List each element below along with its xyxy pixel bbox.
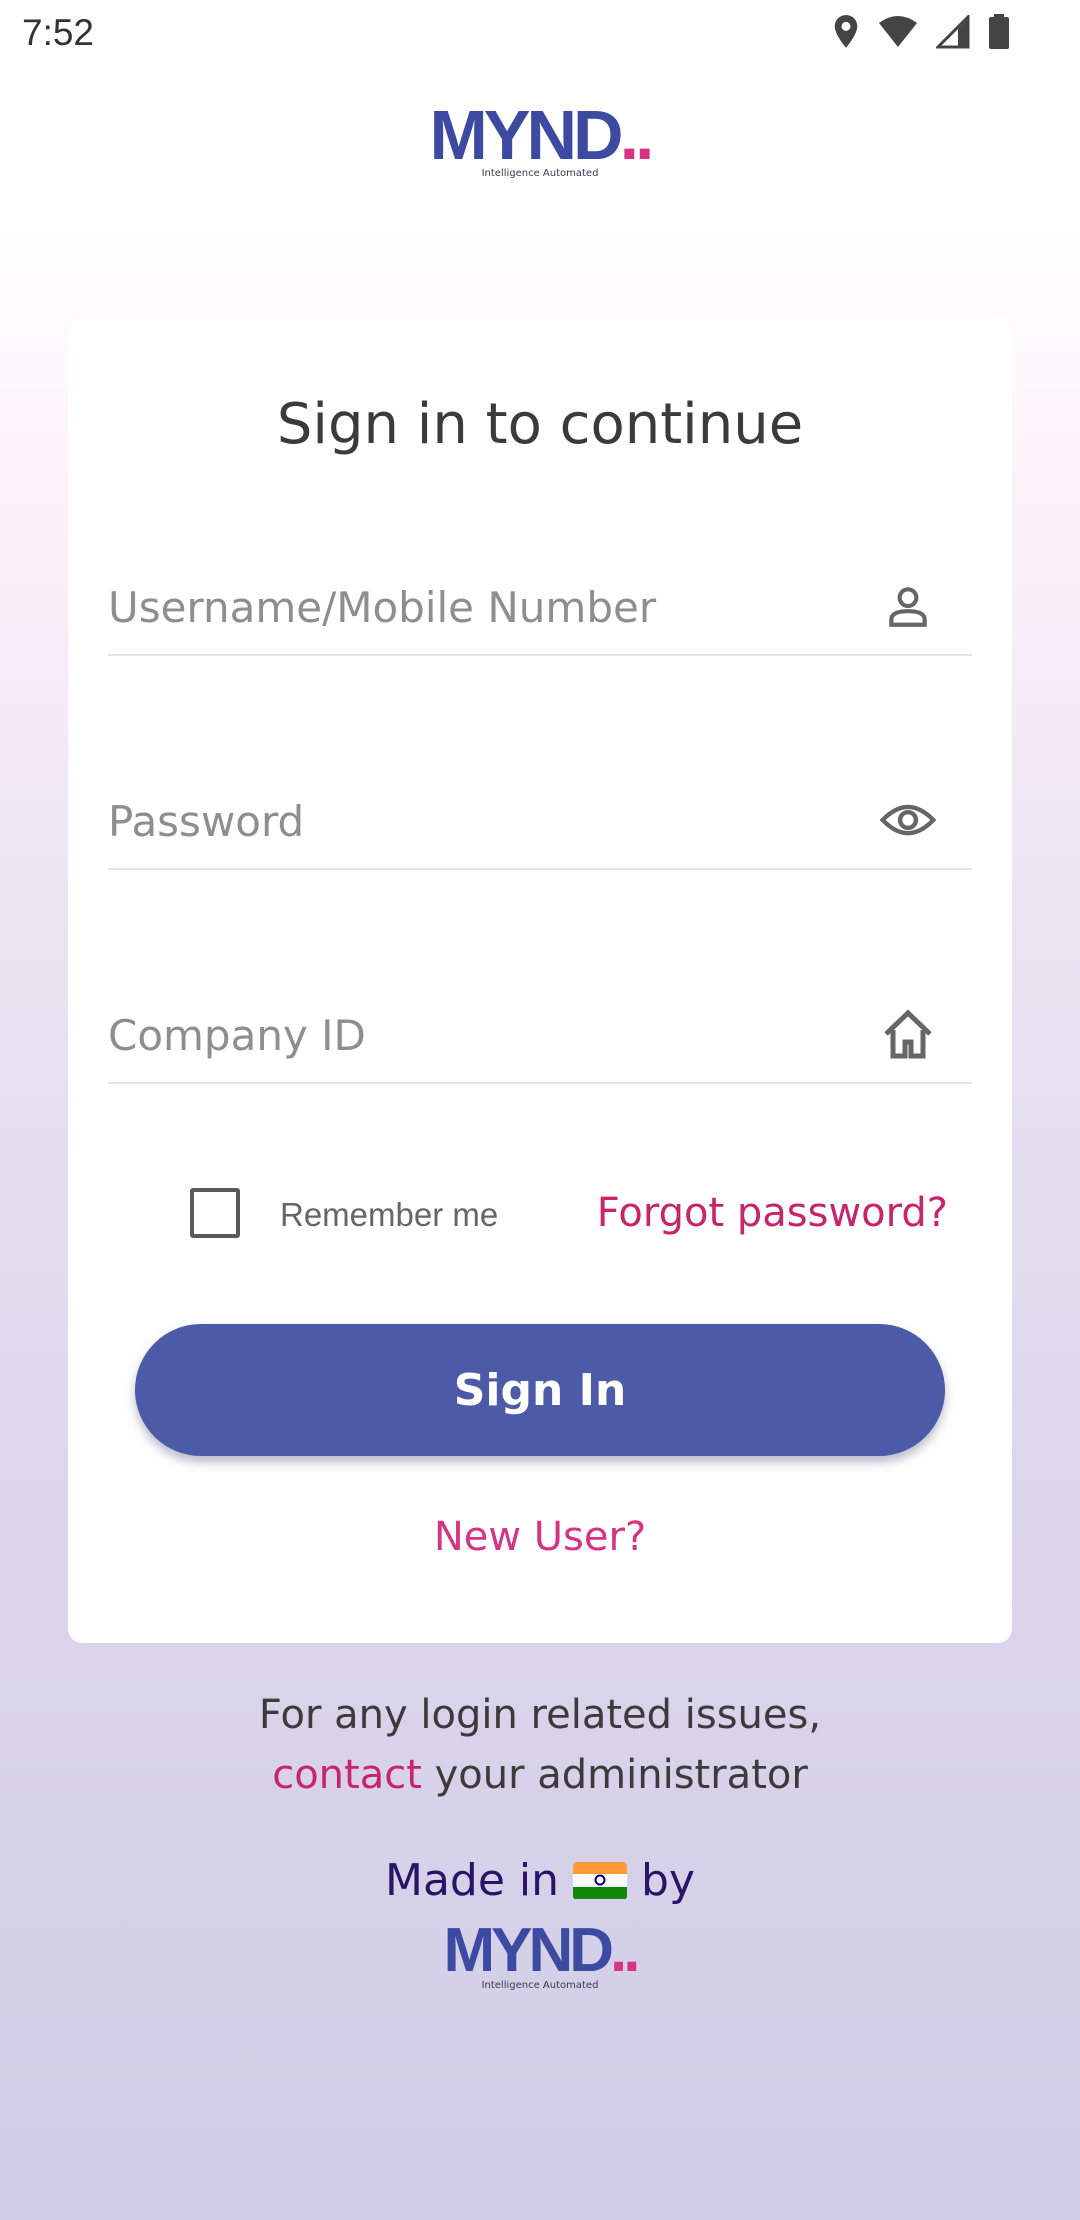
status-icons [832,14,1010,50]
signal-icon [936,15,970,49]
login-issues-note: For any login related issues, contact yo… [0,1685,1080,1805]
footer-logo-brand-text: MYND [443,1916,614,1985]
new-user-link[interactable]: New User? [68,1514,1012,1560]
remember-me-label: Remember me [280,1196,499,1233]
password-input[interactable] [108,786,848,856]
forgot-password-link[interactable]: Forgot password? [597,1190,948,1236]
sign-in-button[interactable]: Sign In [135,1324,945,1456]
remember-me-checkbox[interactable] [190,1188,240,1238]
status-time: 7:52 [22,12,95,53]
person-icon [880,578,936,634]
issues-line-1: For any login related issues, [258,1692,822,1738]
company-id-field [108,964,972,1084]
battery-icon [988,14,1010,50]
footer-logo-tagline: Intelligence Automated [481,1980,599,1991]
username-input[interactable] [108,572,848,642]
company-id-input[interactable] [108,1000,848,1070]
page-title: Sign in to continue [276,392,804,457]
username-field [108,536,972,656]
india-flag-icon [573,1861,628,1900]
home-icon [880,1006,936,1062]
logo-tagline: Intelligence Automated [481,168,599,179]
login-card: Sign in to continue Remember me Forgot p… [68,316,1012,1643]
issues-line-2-rest: your administrator [421,1752,808,1798]
eye-icon[interactable] [880,792,936,848]
wifi-icon [878,15,918,49]
logo-dots: .. [619,96,655,174]
logo-brand-text: MYND [429,96,624,174]
contact-link[interactable]: contact [272,1752,422,1798]
issues-line-2: contact your administrator [0,1745,1080,1805]
made-in-credit: Made in by [0,1855,1080,1906]
by-text: by [641,1855,695,1906]
brand-logo: MYND.. Intelligence Automated [430,100,655,179]
password-field [108,750,972,870]
footer-logo-dots: .. [610,1916,641,1985]
remember-row: Remember me Forgot password? [108,1176,972,1256]
status-bar: 7:52 [0,0,1080,66]
location-icon [832,14,860,50]
made-in-text: Made in [385,1855,560,1906]
footer-brand-logo: MYND.. Intelligence Automated [440,1920,640,1992]
